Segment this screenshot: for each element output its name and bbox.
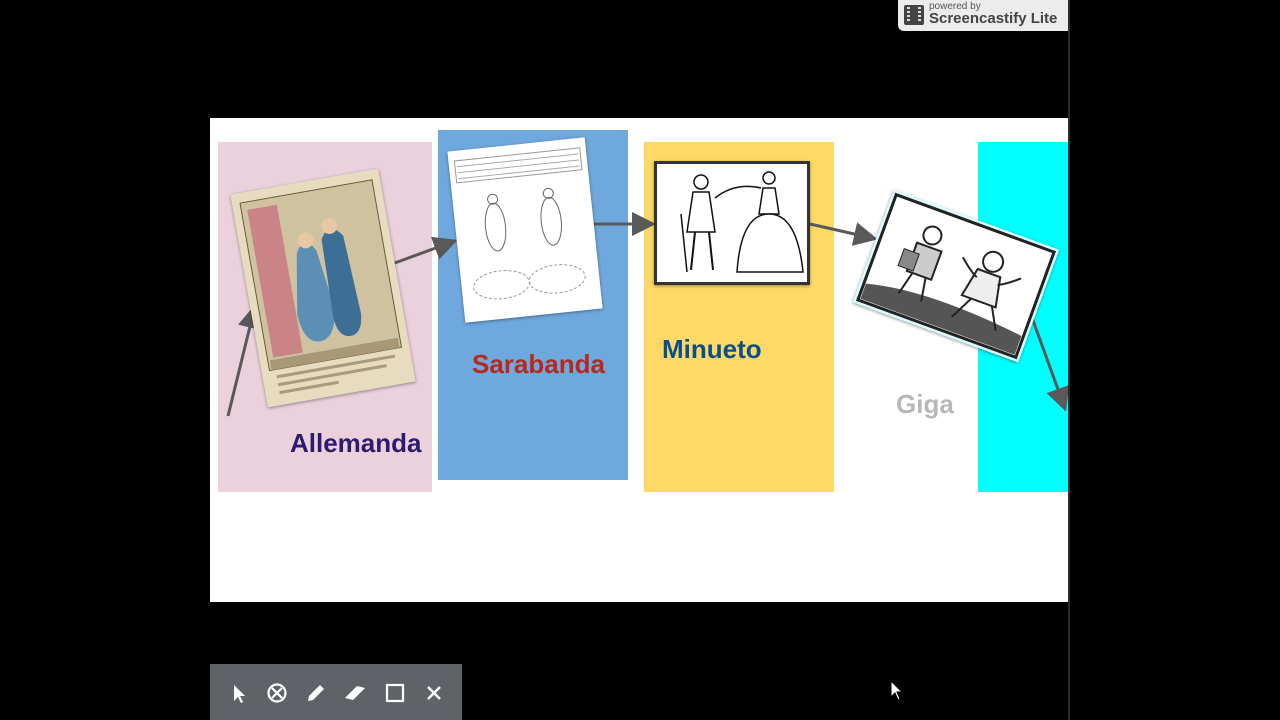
- label-sarabanda: Sarabanda: [472, 349, 605, 379]
- recorder-name: Screencastify Lite: [929, 10, 1058, 27]
- label-allemanda: Allemanda: [290, 428, 422, 458]
- label-minueto: Minueto: [662, 334, 762, 364]
- arrow-up: [226, 304, 262, 417]
- film-icon: [904, 5, 924, 25]
- arrow-1: [391, 236, 458, 266]
- window-edge: [1068, 0, 1070, 720]
- arrow-3: [809, 222, 878, 246]
- focus-icon[interactable]: [264, 680, 290, 706]
- rectangle-icon[interactable]: [382, 680, 408, 706]
- pen-icon[interactable]: [303, 680, 329, 706]
- sarabanda-diagram: [447, 137, 603, 323]
- pointer-icon[interactable]: [225, 680, 251, 706]
- minueto-drawing: [654, 161, 810, 285]
- arrow-4: [1028, 311, 1068, 412]
- close-icon[interactable]: [421, 680, 447, 706]
- screencastify-badge: powered by Screencastify Lite: [898, 0, 1068, 31]
- slide: Allemanda Sarabanda Minueto Giga: [210, 118, 1068, 602]
- label-giga: Giga: [896, 389, 954, 419]
- annotation-toolbar: [210, 664, 462, 720]
- eraser-icon[interactable]: [342, 680, 368, 706]
- mouse-cursor-icon: [890, 680, 904, 701]
